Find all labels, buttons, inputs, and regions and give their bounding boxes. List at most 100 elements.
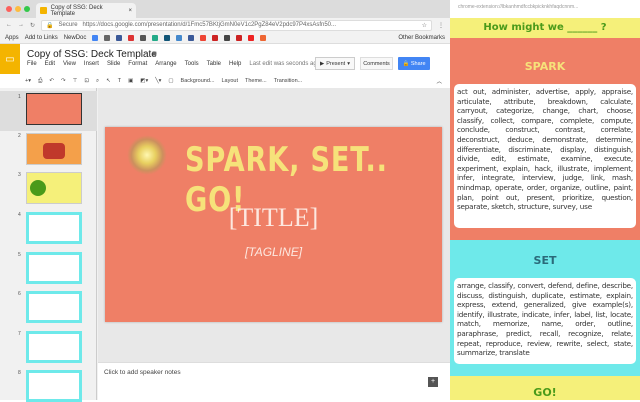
- background-button[interactable]: Background...: [181, 78, 215, 84]
- menu-arrange[interactable]: Arrange: [155, 61, 176, 67]
- explore-icon[interactable]: +: [428, 377, 438, 387]
- bookmark-newdoc[interactable]: NewDoc: [64, 35, 87, 41]
- browser-tab[interactable]: Copy of SSG: Deck Template ×: [36, 3, 136, 18]
- bookmark-icon[interactable]: [92, 34, 99, 41]
- zoom-fit-icon[interactable]: ⊡: [84, 78, 89, 84]
- browser-window: Copy of SSG: Deck Template × ← → ↻ 🔒 Secure h…: [0, 0, 450, 402]
- slide-thumbnail-4[interactable]: [26, 212, 82, 244]
- slide-filmstrip[interactable]: 1 2 3 4 5 6 7 8: [0, 88, 97, 402]
- slide-thumbnail-2[interactable]: [26, 133, 82, 165]
- menu-file[interactable]: File: [27, 61, 37, 67]
- set-heading: SET: [533, 254, 557, 267]
- menu-help[interactable]: Help: [229, 61, 241, 67]
- image-icon[interactable]: ▣: [128, 78, 133, 84]
- zoom-icon[interactable]: ⌕: [96, 78, 99, 85]
- minimize-window-button[interactable]: [15, 6, 21, 12]
- menu-view[interactable]: View: [63, 61, 76, 67]
- bookmark-add-to-links[interactable]: Add to Links: [25, 35, 58, 41]
- comment-icon[interactable]: ▢: [168, 78, 173, 84]
- bookmark-icon[interactable]: [188, 34, 195, 41]
- menu-table[interactable]: Table: [207, 61, 221, 67]
- slide-thumbnail-6[interactable]: [26, 291, 82, 323]
- comments-button[interactable]: Comments: [360, 57, 393, 70]
- star-icon[interactable]: ☆: [422, 22, 427, 29]
- close-tab-icon[interactable]: ×: [128, 8, 132, 14]
- tab-bar: Copy of SSG: Deck Template ×: [0, 0, 450, 18]
- share-label: Share: [410, 60, 426, 67]
- bookmark-icon[interactable]: [164, 34, 171, 41]
- slides-favicon-icon: [40, 7, 47, 14]
- forward-icon[interactable]: →: [18, 22, 24, 28]
- close-window-button[interactable]: [6, 6, 12, 12]
- speaker-notes[interactable]: Click to add speaker notes +: [98, 362, 450, 400]
- address-bar-row: ← → ↻ 🔒 Secure https://docs.google.com/prese…: [0, 18, 450, 32]
- url-text: https://docs.google.com/presentation/d/1…: [82, 22, 337, 28]
- slide-thumbnail-5[interactable]: [26, 252, 82, 284]
- slide-thumbnail-3[interactable]: [26, 172, 82, 204]
- toolbar: +▾ ⎙ ↶ ↷ ⊤ ⊡ ⌕ ↖ T ▣ ◩▾ ╲▾ ▢ Background... Layout Them…: [25, 75, 450, 87]
- menu-insert[interactable]: Insert: [84, 61, 99, 67]
- set-section: SET arrange, classify, convert, defend, …: [450, 240, 640, 376]
- menu-edit[interactable]: Edit: [45, 61, 55, 67]
- share-button[interactable]: 🔒 Share: [398, 57, 430, 70]
- back-icon[interactable]: ←: [6, 22, 12, 28]
- slides-logo-icon[interactable]: ▭: [0, 44, 20, 74]
- bookmark-icon[interactable]: [236, 34, 243, 41]
- bookmark-icon[interactable]: [212, 34, 219, 41]
- slide-title-placeholder[interactable]: [TITLE]: [105, 203, 442, 233]
- slide-tagline-placeholder[interactable]: [TAGLINE]: [105, 245, 442, 259]
- collapse-chevron-up-icon[interactable]: ︿: [436, 77, 442, 85]
- slide-number: 4: [18, 212, 21, 218]
- slide-thumbnail-1[interactable]: [26, 93, 82, 125]
- folder-icon[interactable]: ■: [152, 49, 157, 58]
- url-input[interactable]: 🔒 Secure https://docs.google.com/presentat…: [41, 19, 432, 31]
- menu-bar: File Edit View Insert Slide Format Arrange Tool…: [27, 61, 320, 67]
- transition-button[interactable]: Transition...: [274, 78, 303, 84]
- bookmark-icon[interactable]: [116, 34, 123, 41]
- paint-format-icon[interactable]: ⊤: [73, 78, 78, 84]
- undo-icon[interactable]: ↶: [49, 78, 54, 84]
- slides-header: ▭ Copy of SSG: Deck Template ■ File Edit V…: [0, 44, 450, 88]
- last-edit-status[interactable]: Last edit was seconds ago: [249, 61, 320, 67]
- menu-icon[interactable]: ⋮: [438, 22, 444, 29]
- youtube-play-icon: [43, 143, 65, 159]
- bookmark-icon[interactable]: [152, 34, 159, 41]
- redo-icon[interactable]: ↷: [61, 78, 66, 84]
- textbox-icon[interactable]: T: [118, 78, 121, 84]
- bookmark-icon[interactable]: [176, 34, 183, 41]
- lock-icon: 🔒: [402, 60, 411, 67]
- how-might-we-prompt: How might we ______ ?: [450, 18, 640, 38]
- slide-thumbnail-8[interactable]: [26, 370, 82, 402]
- reload-icon[interactable]: ↻: [30, 22, 35, 29]
- other-bookmarks[interactable]: Other Bookmarks: [398, 35, 445, 41]
- slide-canvas[interactable]: SPARK, SET.. GO! [TITLE] [TAGLINE]: [105, 127, 442, 322]
- document-title[interactable]: Copy of SSG: Deck Template: [27, 49, 157, 60]
- maximize-window-button[interactable]: [24, 6, 30, 12]
- line-icon[interactable]: ╲▾: [155, 78, 161, 84]
- menu-format[interactable]: Format: [128, 61, 147, 67]
- present-button[interactable]: ▶ Present ▾: [315, 57, 355, 70]
- new-slide-icon[interactable]: +▾: [25, 78, 31, 84]
- menu-slide[interactable]: Slide: [107, 61, 120, 67]
- extension-panel: chrome-extension://lbkanhmdfccbkpicknkhf…: [450, 0, 640, 400]
- go-heading: GO!: [533, 386, 557, 399]
- spark-words: act out, administer, advertise, apply, a…: [454, 84, 636, 228]
- bookmark-icon[interactable]: [260, 34, 267, 41]
- tab-title: Copy of SSG: Deck Template: [50, 4, 103, 17]
- menu-tools[interactable]: Tools: [185, 61, 199, 67]
- bookmark-icon[interactable]: [224, 34, 231, 41]
- bookmark-apps[interactable]: Apps: [5, 35, 19, 41]
- bookmark-icon[interactable]: [200, 34, 207, 41]
- bookmark-icon[interactable]: [248, 34, 255, 41]
- slide-number: 7: [18, 331, 21, 337]
- slide-thumbnail-7[interactable]: [26, 331, 82, 363]
- bookmark-icon[interactable]: [104, 34, 111, 41]
- print-icon[interactable]: ⎙: [38, 78, 42, 85]
- bookmark-icon[interactable]: [140, 34, 147, 41]
- theme-button[interactable]: Theme...: [245, 78, 267, 84]
- chevron-down-icon: ▾: [347, 60, 350, 67]
- layout-button[interactable]: Layout: [221, 78, 238, 84]
- shape-icon[interactable]: ◩▾: [140, 78, 148, 84]
- select-icon[interactable]: ↖: [106, 78, 111, 84]
- bookmark-icon[interactable]: [128, 34, 135, 41]
